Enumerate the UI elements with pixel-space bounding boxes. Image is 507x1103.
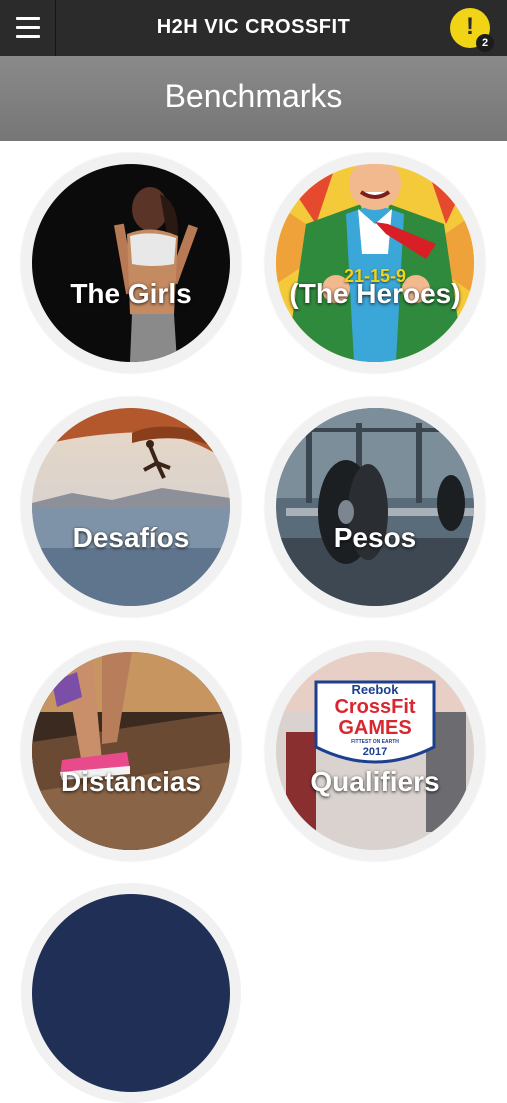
qualifiers-image: Reebok CrossFit GAMES FITTEST ON EARTH 2… [276,652,474,850]
category-tile-qualifiers[interactable]: Reebok CrossFit GAMES FITTEST ON EARTH 2… [265,641,485,861]
category-tile-partial[interactable] [21,883,241,1103]
logo-tagline-text: FITTEST ON EARTH [351,739,399,745]
logo-line1-text: CrossFit [334,696,416,718]
tile-label: Pesos [333,522,417,553]
reebok-crossfit-games-logo: Reebok CrossFit GAMES FITTEST ON EARTH 2… [316,682,434,759]
tile-label: (The Heroes) [289,278,461,309]
notifications-button[interactable]: ! 2 [450,8,494,52]
category-tile-the-girls[interactable]: The Girls [21,153,241,373]
category-tile-pesos[interactable]: Pesos [265,397,485,617]
pesos-image [276,408,474,606]
partial-tile-image [32,894,230,1092]
notification-count-badge: 2 [476,34,494,52]
logo-line2-text: GAMES [338,717,412,739]
category-tile-distancias[interactable]: Distancias [21,641,241,861]
tile-label: Qualifiers [310,766,440,797]
tile-label: The Girls [70,278,192,309]
desafios-image [32,408,230,606]
category-tile-desafios[interactable]: Desafíos [21,397,241,617]
tile-label: Desafíos [72,522,190,553]
section-header: Benchmarks [0,56,507,141]
category-tile-the-heroes[interactable]: 21-15-9 (The Heroes) [265,153,485,373]
top-app-bar: H2H VIC CROSSFIT ! 2 [0,0,507,56]
logo-year-text: 2017 [362,746,388,758]
logo-brand-text: Reebok [351,682,399,697]
tile-label: Distancias [60,766,202,797]
app-title: H2H VIC CROSSFIT [156,16,351,38]
page-title: Benchmarks [164,78,343,114]
distancias-image [32,652,230,850]
the-heroes-image [276,164,474,362]
the-girls-image [32,164,230,362]
